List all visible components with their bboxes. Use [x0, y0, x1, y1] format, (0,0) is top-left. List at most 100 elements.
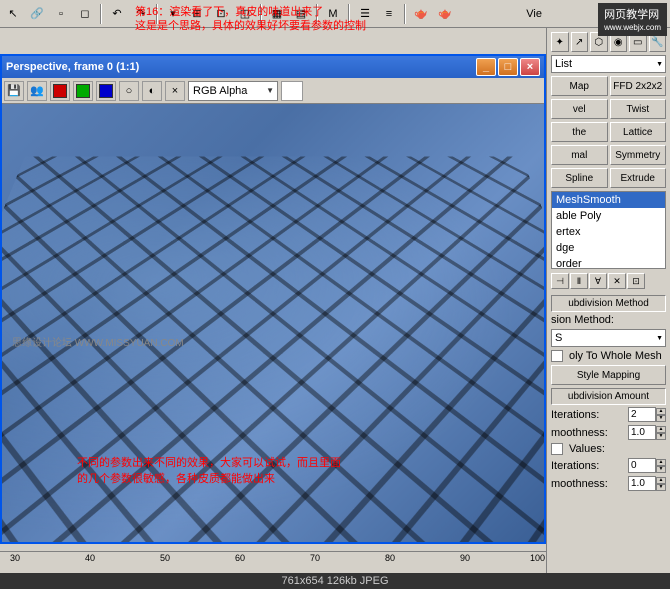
tool-undo-icon[interactable]: ↶ — [106, 3, 128, 25]
annotation-line2: 这是是个思路，具体的效果好坏要看参数的控制 — [135, 19, 366, 33]
modifier-list-dropdown[interactable]: List — [551, 55, 666, 73]
render-title-text: Perspective, frame 0 (1:1) — [6, 61, 476, 73]
render-window: Perspective, frame 0 (1:1) _ □ × 💾 👥 ○ ◐… — [0, 54, 546, 544]
spin-down-icon[interactable]: ▼ — [656, 433, 666, 440]
configure-icon[interactable]: ⊡ — [627, 273, 645, 289]
color-green-swatch[interactable] — [73, 81, 93, 101]
btn-mal[interactable]: mal — [551, 145, 608, 165]
btn-ffd[interactable]: FFD 2x2x2 — [610, 76, 667, 96]
btn-vel[interactable]: vel — [551, 99, 608, 119]
color-red-swatch[interactable] — [50, 81, 70, 101]
tick-100: 100 — [530, 553, 545, 563]
btn-twist[interactable]: Twist — [610, 99, 667, 119]
spin-down-icon[interactable]: ▼ — [656, 415, 666, 422]
tool-render2-icon[interactable]: 🫖 — [434, 3, 456, 25]
label-iterations: Iterations: — [551, 409, 625, 421]
spin-down-icon[interactable]: ▼ — [656, 466, 666, 473]
tick-60: 60 — [235, 553, 245, 563]
annotation-bottom: 不同的参数出来不同的效果，大家可以试试，而且里面 的几个参数很敏感，各种皮质都能… — [77, 456, 341, 487]
tool-select-icon[interactable]: ↖ — [2, 3, 24, 25]
btn-extrude[interactable]: Extrude — [610, 168, 667, 188]
make-unique-icon[interactable]: ∀ — [589, 273, 607, 289]
list-label: List — [555, 58, 572, 70]
tick-40: 40 — [85, 553, 95, 563]
watermark-mid: 思缘设计论坛 WWW.MISSYUAN.COM — [12, 334, 184, 349]
label-whole-mesh: oly To Whole Mesh — [569, 350, 666, 362]
show-end-icon[interactable]: Ⅱ — [570, 273, 588, 289]
rollout-subdiv-method[interactable]: ubdivision Method — [551, 295, 666, 312]
method-dropdown[interactable]: S — [551, 329, 666, 347]
annotation-bottom-line2: 的几个参数很敏感，各种皮质都能做出来 — [77, 472, 341, 487]
tick-30: 30 — [10, 553, 20, 563]
btn-the[interactable]: the — [551, 122, 608, 142]
smoothness1-input[interactable] — [628, 425, 656, 440]
spinner-smoothness1[interactable]: ▲▼ — [628, 425, 666, 440]
annotation-line1: 第16：渲染看了下，真皮的味道出来了 — [135, 5, 366, 19]
channel-value: RGB Alpha — [193, 85, 247, 97]
render-toolbar: 💾 👥 ○ ◐ × RGB Alpha — [2, 78, 544, 104]
btn-spline[interactable]: Spline — [551, 168, 608, 188]
timeline-ruler[interactable]: 30 40 50 60 70 80 90 100 — [0, 551, 546, 569]
minimize-button[interactable]: _ — [476, 58, 496, 76]
btn-map[interactable]: Map — [551, 76, 608, 96]
pin-stack-icon[interactable]: ⊣ — [551, 273, 569, 289]
view-label: Vie — [526, 8, 542, 20]
label-iterations2: Iterations: — [551, 460, 625, 472]
command-panel: ✦ ↗ ⬡ ◉ ▭ 🔧 List MapFFD 2x2x2 velTwist t… — [546, 28, 670, 573]
spin-up-icon[interactable]: ▲ — [656, 426, 666, 433]
mono-icon[interactable]: ○ — [119, 81, 139, 101]
tab-modify-icon[interactable]: ↗ — [571, 32, 589, 52]
modifier-icons-row: ⊣ Ⅱ ∀ ✕ ⊡ — [551, 273, 666, 289]
watermark-top: 网页教学网 www.webjx.com — [598, 3, 667, 36]
btn-style-mapping[interactable]: Style Mapping — [551, 365, 666, 385]
close-button[interactable]: × — [520, 58, 540, 76]
save-icon[interactable]: 💾 — [4, 81, 24, 101]
spin-up-icon[interactable]: ▲ — [656, 408, 666, 415]
label-sion-method: sion Method: — [551, 314, 666, 326]
modifier-stack[interactable]: MeshSmooth able Poly ertex dge order — [551, 191, 666, 269]
label-values: Values: — [569, 443, 666, 455]
tool-link-icon[interactable]: 🔗 — [26, 3, 48, 25]
maximize-button[interactable]: □ — [498, 58, 518, 76]
label-smoothness2: moothness: — [551, 478, 625, 490]
render-titlebar[interactable]: Perspective, frame 0 (1:1) _ □ × — [2, 56, 544, 78]
alpha-icon[interactable]: ◐ — [142, 81, 162, 101]
btn-symmetry[interactable]: Symmetry — [610, 145, 667, 165]
tick-80: 80 — [385, 553, 395, 563]
spin-up-icon[interactable]: ▲ — [656, 459, 666, 466]
spinner-iterations2[interactable]: ▲▼ — [628, 458, 666, 473]
checkbox-values[interactable] — [551, 443, 563, 455]
people-icon[interactable]: 👥 — [27, 81, 47, 101]
blank-swatch[interactable] — [281, 81, 303, 101]
tool-box-icon[interactable]: ▫ — [50, 3, 72, 25]
iterations2-input[interactable] — [628, 458, 656, 473]
label-smoothness1: moothness: — [551, 427, 625, 439]
tool-box2-icon[interactable]: ◻ — [74, 3, 96, 25]
tab-create-icon[interactable]: ✦ — [551, 32, 569, 52]
channel-dropdown[interactable]: RGB Alpha — [188, 81, 278, 101]
iterations-input[interactable] — [628, 407, 656, 422]
spin-down-icon[interactable]: ▼ — [656, 484, 666, 491]
tick-70: 70 — [310, 553, 320, 563]
method-value: S — [555, 332, 562, 344]
spin-up-icon[interactable]: ▲ — [656, 477, 666, 484]
modifier-vertex[interactable]: ertex — [552, 224, 665, 240]
watermark-url: www.webjx.com — [604, 23, 661, 32]
rollout-subdiv-amount[interactable]: ubdivision Amount — [551, 388, 666, 405]
spinner-smoothness2[interactable]: ▲▼ — [628, 476, 666, 491]
modifier-editablepoly[interactable]: able Poly — [552, 208, 665, 224]
checkbox-whole-mesh[interactable] — [551, 350, 563, 362]
btn-lattice[interactable]: Lattice — [610, 122, 667, 142]
smoothness2-input[interactable] — [628, 476, 656, 491]
modifier-border[interactable]: order — [552, 256, 665, 269]
tool-render1-icon[interactable]: 🫖 — [410, 3, 432, 25]
modifier-meshsmooth[interactable]: MeshSmooth — [552, 192, 665, 208]
tick-90: 90 — [460, 553, 470, 563]
modifier-edge[interactable]: dge — [552, 240, 665, 256]
spinner-iterations[interactable]: ▲▼ — [628, 407, 666, 422]
color-blue-swatch[interactable] — [96, 81, 116, 101]
tool-align-icon[interactable]: ≡ — [378, 3, 400, 25]
remove-mod-icon[interactable]: ✕ — [608, 273, 626, 289]
clear-icon[interactable]: × — [165, 81, 185, 101]
status-bar: 761x654 126kb JPEG — [0, 573, 670, 589]
